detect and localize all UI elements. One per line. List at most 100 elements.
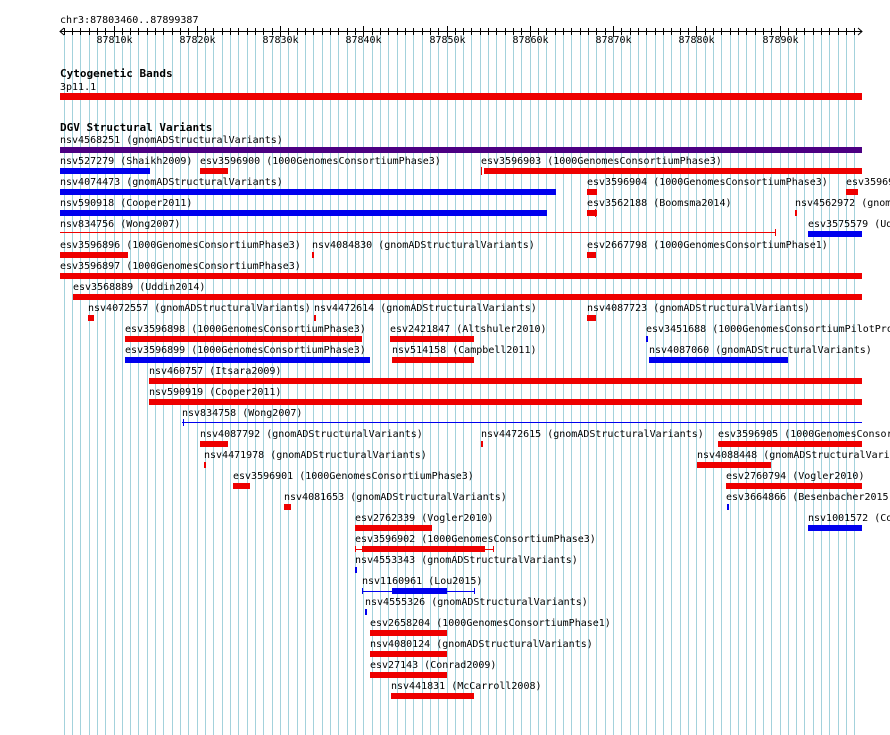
- feature-label[interactable]: esv3664866 (Besenbacher2015): [726, 492, 890, 503]
- feature-bar[interactable]: [808, 231, 862, 237]
- feature-bar[interactable]: [314, 315, 316, 321]
- feature-label[interactable]: nsv4080124 (gnomADStructuralVariants): [370, 639, 593, 650]
- feature-bar[interactable]: [149, 399, 862, 405]
- feature-label[interactable]: esv3596905 (1000GenomesConsortiumPhase3): [846, 177, 890, 188]
- feature-label[interactable]: esv3596898 (1000GenomesConsortiumPhase3): [125, 324, 366, 335]
- feature-bar[interactable]: [125, 357, 370, 363]
- feature-label[interactable]: esv3596904 (1000GenomesConsortiumPhase3): [587, 177, 828, 188]
- feature-bar[interactable]: [392, 588, 447, 594]
- feature-bar[interactable]: [365, 609, 367, 615]
- feature-bar[interactable]: [60, 147, 862, 153]
- feature-label[interactable]: nsv590918 (Cooper2011): [60, 198, 192, 209]
- feature-bar[interactable]: [60, 210, 547, 216]
- feature-label[interactable]: esv3596905 (1000GenomesConsortiumPhase3): [718, 429, 890, 440]
- feature-bar[interactable]: [362, 546, 485, 552]
- feature-bar[interactable]: [73, 294, 862, 300]
- feature-bar[interactable]: [182, 422, 862, 423]
- feature-label[interactable]: nsv4084830 (gnomADStructuralVariants): [312, 240, 535, 251]
- feature-bar[interactable]: [718, 441, 862, 447]
- feature-label[interactable]: nsv441831 (McCarroll2008): [391, 681, 542, 692]
- feature-bar[interactable]: [88, 315, 94, 321]
- feature-label[interactable]: nsv4472615 (gnomADStructuralVariants): [481, 429, 704, 440]
- feature-label[interactable]: esv3562188 (Boomsma2014): [587, 198, 732, 209]
- feature-bar[interactable]: [60, 232, 776, 233]
- feature-label[interactable]: esv3596903 (1000GenomesConsortiumPhase3): [481, 156, 722, 167]
- feature-bar[interactable]: [587, 252, 596, 258]
- feature-label[interactable]: nsv590919 (Cooper2011): [149, 387, 281, 398]
- feature-bar[interactable]: [370, 672, 447, 678]
- feature-label[interactable]: nsv4087792 (gnomADStructuralVariants): [200, 429, 423, 440]
- feature-bar[interactable]: [233, 483, 250, 489]
- ruler-tick-label: 87810k: [96, 35, 133, 46]
- genome-browser-view: chr3:87803460..87899387 87810k 87820k 8783…: [0, 0, 890, 735]
- feature-label[interactable]: nsv4555326 (gnomADStructuralVariants): [365, 597, 588, 608]
- feature-label[interactable]: esv3596899 (1000GenomesConsortiumPhase3): [125, 345, 366, 356]
- feature-bar[interactable]: [795, 210, 797, 216]
- feature-bar[interactable]: [312, 252, 314, 258]
- feature-label[interactable]: esv2658204 (1000GenomesConsortiumPhase1): [370, 618, 611, 629]
- feature-bar[interactable]: [727, 504, 729, 510]
- feature-label[interactable]: esv2760794 (Vogler2010): [726, 471, 864, 482]
- ruler-tick-label: 87830k: [262, 35, 299, 46]
- feature-bar[interactable]: [370, 630, 447, 636]
- feature-bar[interactable]: [391, 693, 474, 699]
- feature-bar[interactable]: [355, 567, 357, 573]
- feature-bar[interactable]: [200, 441, 228, 447]
- feature-label[interactable]: esv3596901 (1000GenomesConsortiumPhase3): [233, 471, 474, 482]
- feature-label[interactable]: esv3596896 (1000GenomesConsortiumPhase3): [60, 240, 301, 251]
- feature-label[interactable]: nsv514158 (Campbell2011): [392, 345, 537, 356]
- feature-label[interactable]: nsv1160961 (Lou2015): [362, 576, 482, 587]
- feature-bar[interactable]: [587, 315, 596, 321]
- feature-label[interactable]: nsv4562972 (gnomADStructuralVariants): [795, 198, 890, 209]
- feature-label[interactable]: esv2762339 (Vogler2010): [355, 513, 493, 524]
- feature-bar[interactable]: [484, 168, 862, 174]
- feature-bar[interactable]: [370, 651, 447, 657]
- feature-label[interactable]: esv3596897 (1000GenomesConsortiumPhase3): [60, 261, 301, 272]
- feature-label[interactable]: esv27143 (Conrad2009): [370, 660, 496, 671]
- feature-label[interactable]: esv2667798 (1000GenomesConsortiumPhase1): [587, 240, 828, 251]
- feature-label[interactable]: nsv4072557 (gnomADStructuralVariants): [88, 303, 311, 314]
- feature-bar[interactable]: [392, 357, 474, 363]
- feature-bar[interactable]: [60, 252, 128, 258]
- feature-label[interactable]: nsv4568251 (gnomADStructuralVariants): [60, 135, 283, 146]
- feature-bar[interactable]: [60, 189, 556, 195]
- feature-bar[interactable]: [204, 462, 206, 468]
- cytoband-bar[interactable]: [60, 93, 862, 100]
- feature-label[interactable]: nsv4087723 (gnomADStructuralVariants): [587, 303, 810, 314]
- feature-label[interactable]: nsv834758 (Wong2007): [182, 408, 302, 419]
- feature-label[interactable]: nsv460757 (Itsara2009): [149, 366, 281, 377]
- feature-bar[interactable]: [284, 504, 291, 510]
- feature-bar[interactable]: [808, 525, 862, 531]
- feature-bar[interactable]: [846, 189, 858, 195]
- feature-bar[interactable]: [649, 357, 788, 363]
- feature-label[interactable]: esv3596902 (1000GenomesConsortiumPhase3): [355, 534, 596, 545]
- feature-label[interactable]: esv3575579 (Uddin2014): [808, 219, 890, 230]
- feature-bar[interactable]: [355, 525, 432, 531]
- feature-label[interactable]: nsv4088448 (gnomADStructuralVariants): [697, 450, 890, 461]
- feature-bar[interactable]: [200, 168, 228, 174]
- feature-bar[interactable]: [726, 483, 862, 489]
- feature-label[interactable]: nsv527279 (Shaikh2009): [60, 156, 192, 167]
- feature-label[interactable]: esv2421847 (Altshuler2010): [390, 324, 547, 335]
- feature-label[interactable]: nsv4472614 (gnomADStructuralVariants): [314, 303, 537, 314]
- feature-bar[interactable]: [125, 336, 362, 342]
- feature-bar[interactable]: [390, 336, 474, 342]
- feature-bar[interactable]: [481, 441, 483, 447]
- feature-bar[interactable]: [697, 462, 771, 468]
- feature-label[interactable]: esv3451688 (1000GenomesConsortiumPilotPr…: [646, 324, 890, 335]
- feature-label[interactable]: nsv834756 (Wong2007): [60, 219, 180, 230]
- feature-label[interactable]: esv3568889 (Uddin2014): [73, 282, 205, 293]
- feature-bar[interactable]: [646, 336, 648, 342]
- feature-bar[interactable]: [587, 189, 597, 195]
- feature-label[interactable]: nsv4081653 (gnomADStructuralVariants): [284, 492, 507, 503]
- feature-bar[interactable]: [149, 378, 862, 384]
- feature-label[interactable]: nsv4471978 (gnomADStructuralVariants): [204, 450, 427, 461]
- feature-bar[interactable]: [60, 273, 862, 279]
- feature-bar[interactable]: [60, 168, 150, 174]
- feature-label[interactable]: nsv4074473 (gnomADStructuralVariants): [60, 177, 283, 188]
- feature-whisker-end: [474, 588, 475, 594]
- feature-label[interactable]: nsv4553343 (gnomADStructuralVariants): [355, 555, 578, 566]
- feature-label[interactable]: esv3596900 (1000GenomesConsortiumPhase3): [200, 156, 441, 167]
- feature-label[interactable]: nsv4087060 (gnomADStructuralVariants): [649, 345, 872, 356]
- feature-label[interactable]: nsv1001572 (Coe2014): [808, 513, 890, 524]
